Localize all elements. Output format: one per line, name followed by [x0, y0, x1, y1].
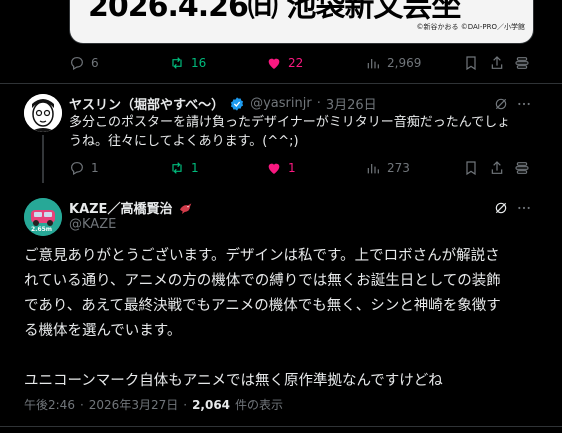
tweet-text-line: ユニコーンマーク自体もアニメでは無く原作準拠なんですけどね: [24, 373, 443, 389]
bookmark-icon: [466, 56, 476, 71]
divider: [0, 426, 562, 427]
separator: ·: [79, 397, 84, 412]
repost-icon: [172, 57, 182, 69]
views-icon: [367, 164, 379, 174]
reply-tweet-actions: 1 1 1 273: [69, 160, 549, 180]
grok-button[interactable]: [514, 160, 536, 176]
thread-line: [42, 135, 44, 183]
user-handle[interactable]: @KAZE: [69, 217, 116, 232]
repost-count: 1: [191, 161, 199, 175]
separator: ·: [183, 397, 188, 412]
share-icon: [491, 56, 503, 69]
tweet-date[interactable]: 3月26日: [326, 94, 377, 113]
reply-header: ヤスリン（堀部やすべ〜） @yasrinjr · 3月26日: [69, 94, 377, 113]
reply-text-line: うね。往々にしてよくあります。(^^;): [69, 134, 299, 149]
reply-icon: [71, 162, 83, 176]
grok-icon[interactable]: [493, 200, 509, 216]
share-icon: [491, 161, 503, 174]
reply-button[interactable]: 6: [69, 55, 99, 71]
reply-text: 多分このポスターを請け負ったデザイナーがミリタリー音痴だったんでしょ うね。往々…: [69, 113, 539, 151]
share-button[interactable]: [489, 160, 511, 176]
tweet-text-line: る機体を選んでいます。: [24, 323, 182, 339]
views-count: 273: [387, 161, 410, 175]
user-handle[interactable]: @yasrinjr: [250, 96, 312, 111]
bookmark-button[interactable]: [463, 55, 485, 71]
reply-icon: [71, 57, 83, 71]
reply-count: 1: [91, 161, 99, 175]
separator: ·: [316, 96, 321, 111]
reply-text-line: 多分このポスターを請け負ったデザイナーがミリタリー音痴だったんでしょ: [69, 115, 511, 130]
like-button[interactable]: 22: [266, 55, 303, 71]
views-label: 件の表示: [235, 398, 284, 412]
more-icon[interactable]: [516, 96, 532, 112]
divider: [0, 83, 562, 84]
main-tweet-text: ご意見ありがとうございます。デザインは私です。上でロボさんが解説さ れている通り…: [24, 244, 554, 394]
reply-count: 6: [91, 56, 99, 70]
tweet-time[interactable]: 午後2:46: [24, 396, 75, 413]
avatar[interactable]: 2.65m: [24, 198, 62, 236]
reply-button[interactable]: 1: [69, 160, 99, 176]
user-name[interactable]: KAZE／高橋賢治: [69, 198, 172, 217]
views-count: 2,064: [192, 397, 231, 412]
bookmark-button[interactable]: [463, 160, 485, 176]
user-name[interactable]: ヤスリン（堀部やすべ〜）: [69, 94, 224, 113]
repost-button[interactable]: 1: [169, 160, 199, 176]
avatar[interactable]: [24, 94, 62, 132]
heart-icon: [268, 163, 280, 174]
views-button[interactable]: 273: [365, 160, 410, 176]
views-button[interactable]: 2,969: [365, 55, 421, 71]
grok-button[interactable]: [514, 55, 536, 71]
verified-icon: [231, 96, 244, 111]
like-button[interactable]: 1: [266, 160, 296, 176]
tweet-meta: 午後2:46 · 2026年3月27日 · 2,064 件の表示: [24, 396, 283, 413]
grok-icon: [515, 162, 529, 174]
repost-icon: [172, 162, 182, 174]
share-button[interactable]: [489, 55, 511, 71]
more-icon[interactable]: [516, 200, 532, 216]
views-icon: [367, 59, 379, 69]
like-count: 1: [288, 161, 296, 175]
top-tweet-actions: 6 16 22 2,969: [69, 55, 549, 75]
tweet-full-date[interactable]: 2026年3月27日: [89, 396, 178, 413]
repost-button[interactable]: 16: [169, 55, 206, 71]
manga-face-icon: [24, 94, 62, 132]
repost-count: 16: [191, 56, 207, 70]
views-count: 2,969: [387, 56, 422, 70]
bookmark-icon: [466, 161, 476, 176]
heart-icon: [268, 58, 280, 69]
poster-date-text: 2026.4.26㈰ 池袋新文芸坐: [88, 0, 461, 24]
like-count: 22: [288, 56, 304, 70]
tweet-text-line: れている通り、アニメの方の機体での縛りでは無くお誕生日としての装飾: [24, 273, 501, 289]
tweet-text-line: であり、あえて最終決戦でもアニメの機体でも無く、シンと神崎を象徴す: [24, 298, 501, 314]
main-header: KAZE／高橋賢治: [69, 198, 195, 217]
bird-icon: [180, 202, 192, 214]
tweet-text-line: ご意見ありがとうございます。デザインは私です。上でロボさんが解説さ: [24, 248, 500, 264]
poster-image[interactable]: 2026.4.26㈰ 池袋新文芸坐 ©新谷かおる ©DAI-PRO／小学館: [69, 0, 534, 44]
poster-credit: ©新谷かおる ©DAI-PRO／小学館: [416, 23, 525, 31]
avatar-badge: 2.65m: [31, 226, 53, 233]
grok-icon[interactable]: [493, 96, 509, 112]
grok-icon: [515, 57, 529, 69]
